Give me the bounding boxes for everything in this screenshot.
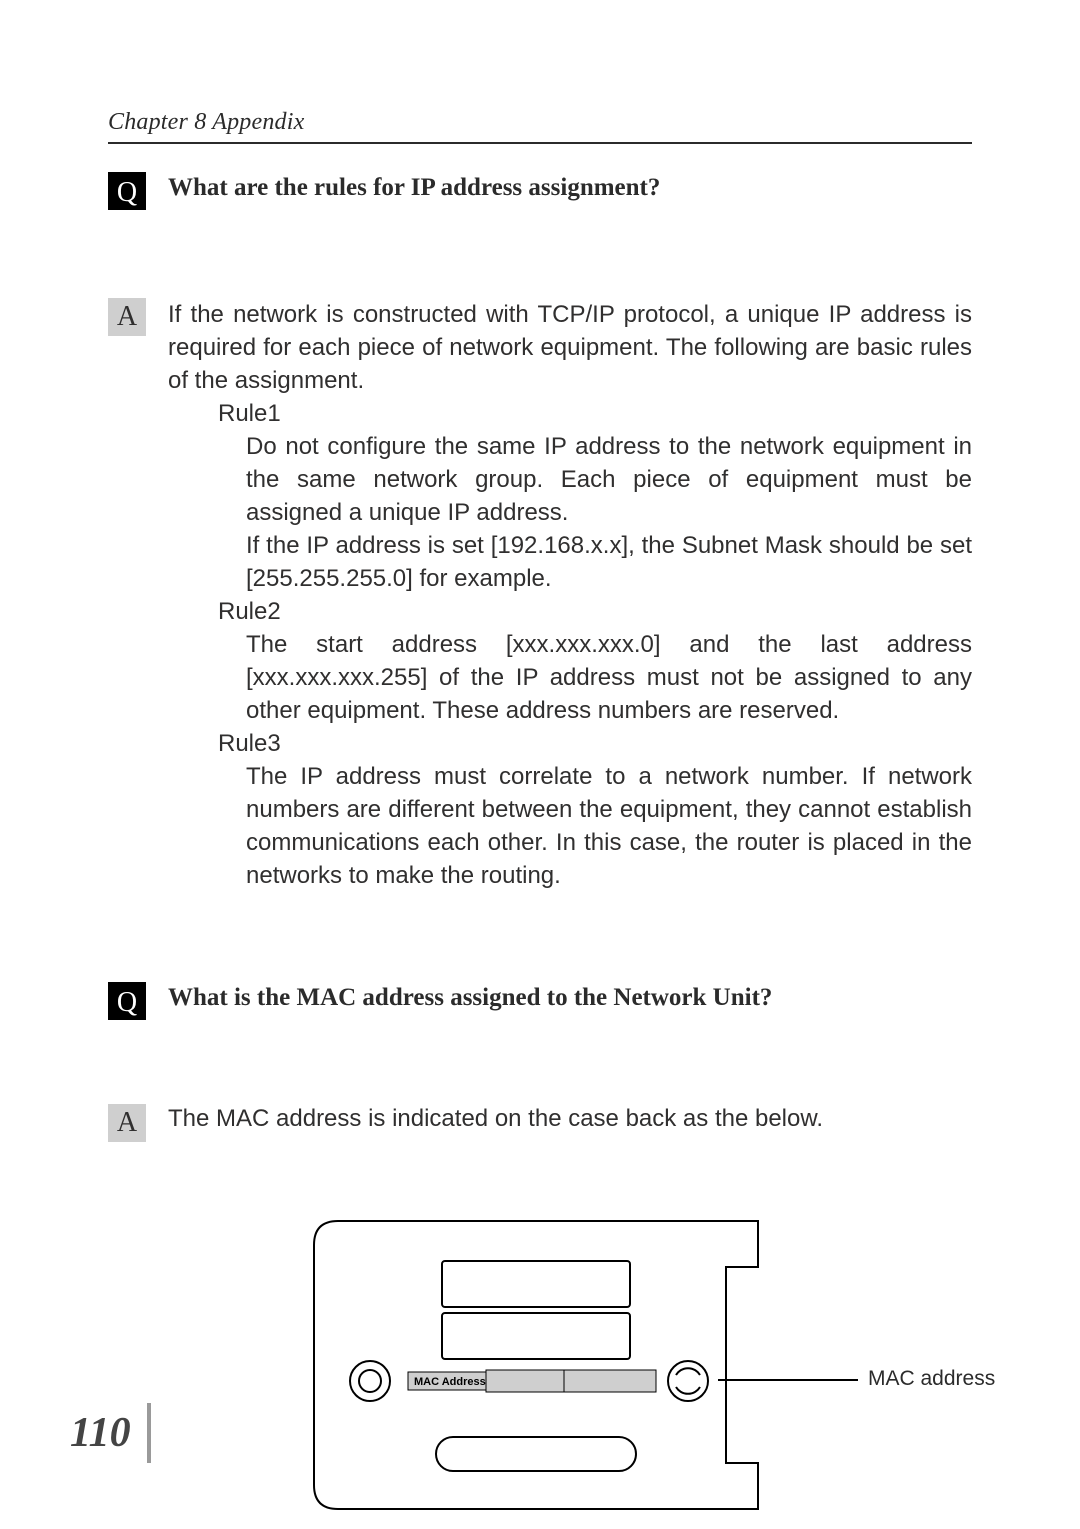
question-text-1: What are the rules for IP address assign… [168,172,972,204]
rule1-body-p1: Do not configure the same IP address to … [246,430,972,529]
answer-badge-icon: A [108,298,146,336]
page-number-value: 110 [70,1409,147,1457]
qa-block-2: Q What is the MAC address assigned to th… [108,982,972,1529]
rule2-label: Rule2 [218,595,972,628]
header-divider [108,142,972,144]
callout-connector-line [718,1379,858,1381]
answer-row-1: A If the network is constructed with TCP… [108,298,972,397]
mac-address-callout-label: MAC address [868,1367,995,1391]
question-row-2: Q What is the MAC address assigned to th… [108,982,972,1022]
answer-text-2: The MAC address is indicated on the case… [168,1102,972,1135]
question-badge-icon: Q [108,172,146,210]
rule2-body-p1: The start address [xxx.xxx.xxx.0] and th… [246,628,972,727]
answer-intro-1: If the network is constructed with TCP/I… [168,298,972,397]
question-badge-icon: Q [108,982,146,1020]
question-text-2: What is the MAC address assigned to the … [168,982,972,1014]
rule1-label: Rule1 [218,397,972,430]
qa-block-1: Q What are the rules for IP address assi… [108,172,972,892]
page-number: 110 [70,1401,151,1465]
device-case-back-icon: MAC Address [308,1215,778,1515]
rule3-label: Rule3 [218,727,972,760]
rule1-body-p2: If the IP address is set [192.168.x.x], … [246,529,972,595]
mac-address-small-label: MAC Address [414,1376,486,1388]
page-number-separator [147,1403,151,1463]
rule3-body-p1: The IP address must correlate to a netwo… [246,760,972,892]
answer-row-2: A The MAC address is indicated on the ca… [108,1102,972,1135]
answer-badge-icon: A [108,1104,146,1142]
rules-list: Rule1 Do not configure the same IP addre… [218,397,972,892]
question-row-1: Q What are the rules for IP address assi… [108,172,972,212]
mac-address-diagram: MAC Address MAC address [308,1215,948,1529]
chapter-header: Chapter 8 Appendix [108,110,972,134]
